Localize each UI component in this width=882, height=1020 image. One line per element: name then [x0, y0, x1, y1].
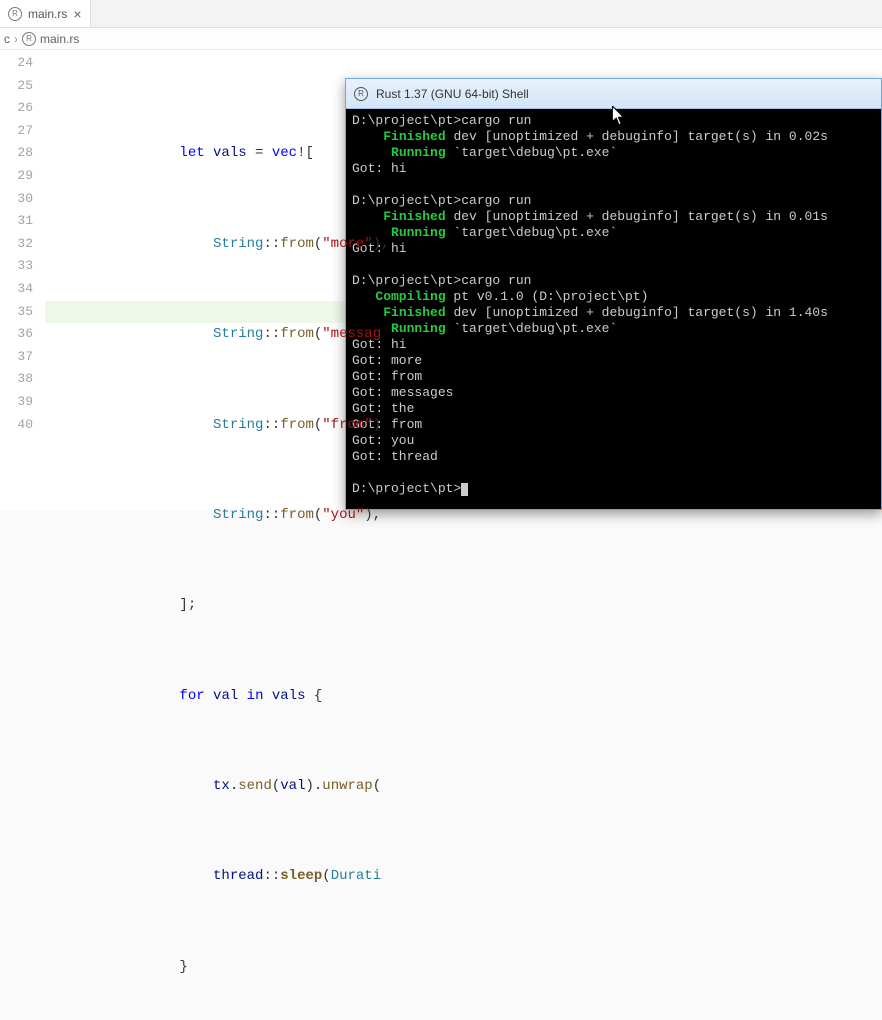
chevron-right-icon: ›: [14, 32, 18, 46]
breadcrumb-file[interactable]: main.rs: [40, 32, 79, 46]
close-icon[interactable]: ×: [73, 7, 81, 21]
tab-filename: main.rs: [28, 7, 67, 21]
line-gutter: 2425262728293031323334353637383940: [0, 50, 45, 510]
breadcrumb: c › R main.rs: [0, 28, 882, 50]
editor-tab-bar: R main.rs ×: [0, 0, 882, 28]
rust-app-icon: R: [354, 87, 368, 101]
rust-file-icon: R: [8, 7, 22, 21]
rust-file-icon: R: [22, 32, 36, 46]
breadcrumb-seg1[interactable]: c: [4, 32, 10, 46]
editor-tab-main-rs[interactable]: R main.rs ×: [0, 0, 91, 27]
terminal-title-text: Rust 1.37 (GNU 64-bit) Shell: [376, 87, 529, 101]
terminal-body[interactable]: D:\project\pt>cargo run Finished dev [un…: [346, 109, 881, 509]
terminal-window[interactable]: R Rust 1.37 (GNU 64-bit) Shell D:\projec…: [345, 78, 882, 510]
terminal-cursor: [461, 483, 468, 496]
terminal-title-bar[interactable]: R Rust 1.37 (GNU 64-bit) Shell: [346, 79, 881, 109]
